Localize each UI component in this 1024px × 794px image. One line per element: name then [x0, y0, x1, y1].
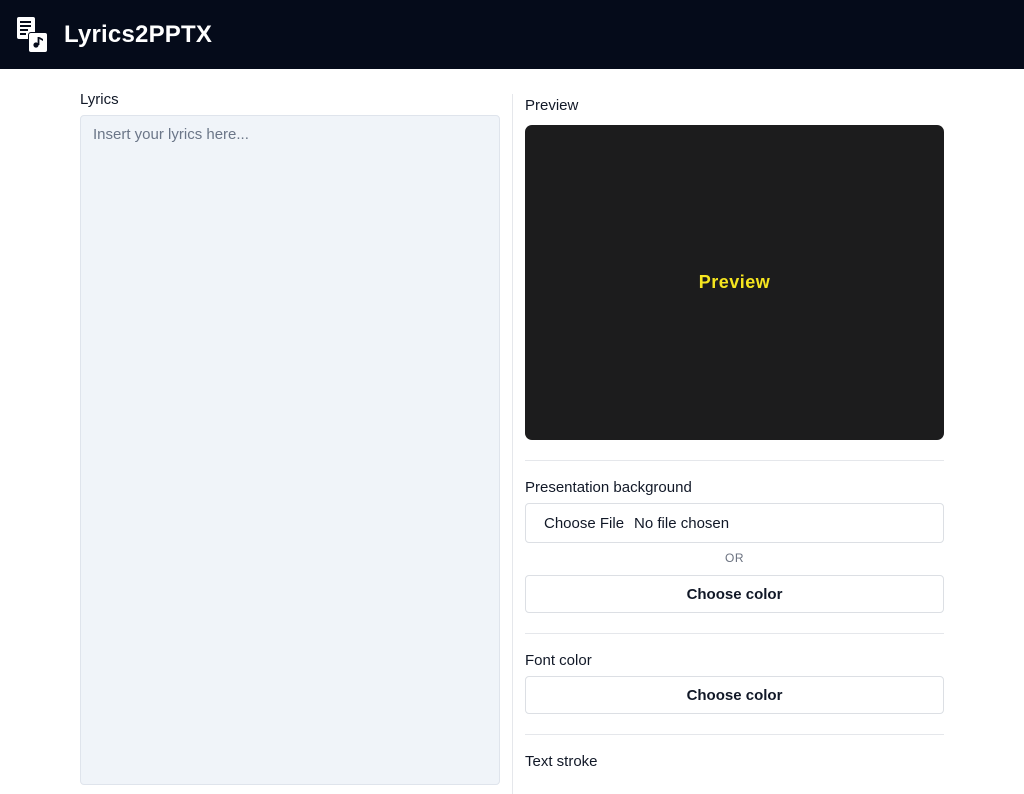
- column-divider: [512, 94, 513, 794]
- background-label: Presentation background: [525, 479, 692, 496]
- text-stroke-label: Text stroke: [525, 753, 598, 770]
- choose-file-button[interactable]: Choose File: [544, 515, 624, 532]
- app-title: Lyrics2PPTX: [64, 20, 213, 48]
- background-file-input[interactable]: Choose File No file chosen: [525, 503, 944, 543]
- section-divider: [525, 460, 944, 461]
- preview-label: Preview: [525, 97, 579, 114]
- font-color-label: Font color: [525, 652, 592, 669]
- lyrics-textarea[interactable]: [80, 115, 500, 785]
- section-divider: [525, 633, 944, 634]
- lyrics-label: Lyrics: [80, 91, 119, 108]
- or-separator: OR: [725, 551, 744, 565]
- document-music-icon: [17, 16, 48, 53]
- background-color-button[interactable]: Choose color: [525, 575, 944, 613]
- section-divider: [525, 734, 944, 735]
- preview-text: Preview: [698, 272, 771, 292]
- font-color-button[interactable]: Choose color: [525, 676, 944, 714]
- top-navbar: Lyrics2PPTX: [0, 0, 1024, 69]
- file-status: No file chosen: [634, 514, 730, 532]
- slide-preview: Preview: [525, 125, 944, 440]
